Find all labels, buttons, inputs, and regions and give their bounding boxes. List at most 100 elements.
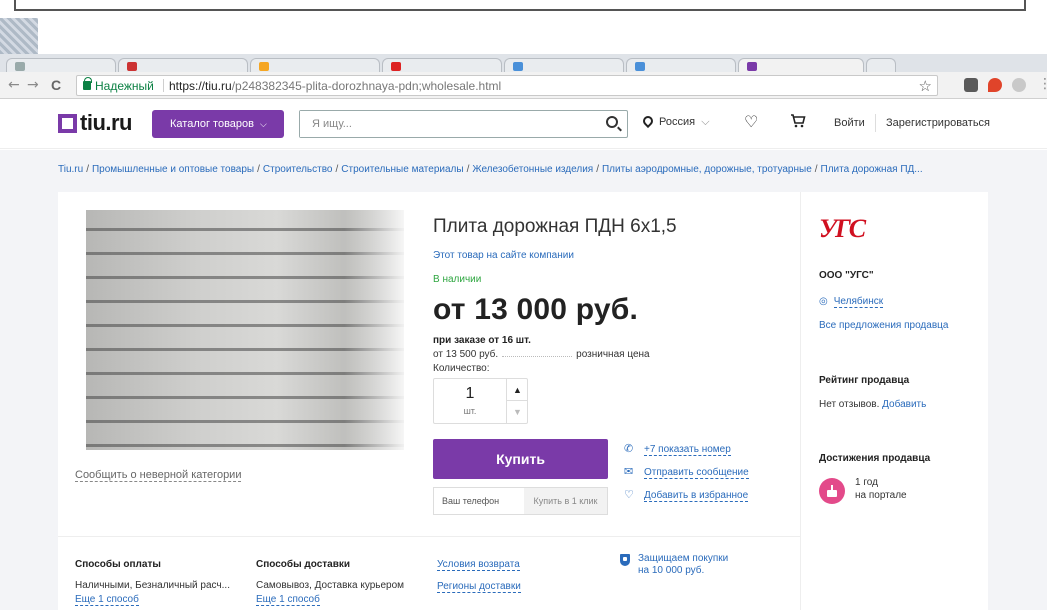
breadcrumb-item[interactable]: Tiu.ru xyxy=(58,164,83,175)
seller-city-link[interactable]: ◎ Челябинск xyxy=(819,296,884,308)
browser-tab[interactable] xyxy=(6,58,116,72)
buyer-protection[interactable]: Защищаем покупки на 10 000 руб. xyxy=(638,553,778,577)
delivery-regions-link[interactable]: Регионы доставки xyxy=(437,581,521,593)
catalog-button[interactable]: Каталог товаров ⌵ xyxy=(152,110,284,138)
product-title: Плита дорожная ПДН 6х1,5 xyxy=(433,216,677,237)
url-host: https://tiu.ru xyxy=(169,79,232,93)
secure-label: Надежный xyxy=(95,79,154,93)
logo-square-icon xyxy=(58,113,77,133)
new-tab-button[interactable] xyxy=(866,58,896,72)
reload-icon[interactable]: C xyxy=(51,78,61,92)
catalog-label: Каталог товаров xyxy=(170,118,254,130)
quantity-input[interactable]: 1 xyxy=(434,385,506,403)
send-message-label: Отправить сообщение xyxy=(644,467,749,479)
one-click-buy-button[interactable]: Купить в 1 клик xyxy=(524,488,607,514)
seller-panel: УГС ООО "УГС" ◎ Челябинск Все предложения… xyxy=(800,192,988,610)
shield-icon xyxy=(620,554,630,566)
chevron-down-icon: ⌵ xyxy=(701,116,710,128)
rating-text: Нет отзывов. xyxy=(819,399,880,410)
extension-icon[interactable] xyxy=(1012,78,1026,92)
header-divider xyxy=(875,114,876,132)
heart-icon: ♡ xyxy=(624,488,634,501)
retail-price-row: от 13 500 руб. розничная цена xyxy=(433,349,650,360)
cart-icon[interactable] xyxy=(790,113,806,133)
show-phone-link[interactable]: ✆ +7 показать номер xyxy=(624,442,731,456)
price-condition: при заказе от 16 шт. xyxy=(433,335,531,346)
retail-price: от 13 500 руб. xyxy=(433,349,499,360)
menu-icon[interactable]: ⋮ xyxy=(1038,77,1047,91)
region-label: Россия xyxy=(659,116,696,128)
site-logo[interactable]: tiu.ru xyxy=(58,110,133,135)
quantity-label: Количество: xyxy=(433,363,490,374)
search-icon[interactable] xyxy=(606,116,618,128)
protection-line-1: Защищаем покупки xyxy=(638,553,729,564)
browser-toolbar: ← → C Надежный https://tiu.ru/p248382345… xyxy=(0,72,1047,99)
background-frame xyxy=(14,0,1026,11)
region-selector[interactable]: Россия ⌵ xyxy=(640,113,710,129)
browser-tab-active[interactable] xyxy=(738,58,864,72)
favorites-heart-icon[interactable]: ♡ xyxy=(744,112,758,131)
phone-input[interactable] xyxy=(434,488,524,514)
search-input[interactable] xyxy=(300,111,590,137)
breadcrumb-item[interactable]: Плиты аэродромные, дорожные, тротуарные xyxy=(602,164,812,175)
product-image[interactable] xyxy=(86,210,404,450)
delivery-more-link[interactable]: Еще 1 способ xyxy=(256,594,320,606)
returns-link[interactable]: Условия возврата xyxy=(437,559,520,571)
browser-tab[interactable] xyxy=(250,58,380,72)
browser-tab[interactable] xyxy=(118,58,248,72)
background-thumbnail xyxy=(0,18,38,54)
browser-tab[interactable] xyxy=(382,58,502,72)
breadcrumb-item[interactable]: Строительство xyxy=(263,164,333,175)
extension-icon[interactable] xyxy=(964,78,978,92)
rating-value: Нет отзывов. Добавить xyxy=(819,399,926,410)
send-message-link[interactable]: ✉ Отправить сообщение xyxy=(624,465,749,479)
show-phone-label: +7 показать номер xyxy=(644,444,731,456)
browser-tab[interactable] xyxy=(504,58,624,72)
logo-text: tiu.ru xyxy=(80,110,133,135)
cake-icon xyxy=(819,478,845,504)
achievement-title: 1 год xyxy=(855,477,878,488)
payment-more-link[interactable]: Еще 1 способ xyxy=(75,594,139,606)
envelope-icon: ✉ xyxy=(624,465,634,478)
login-link[interactable]: Войти xyxy=(834,117,865,129)
company-site-link[interactable]: Этот товар на сайте компании xyxy=(433,250,574,261)
breadcrumb-item[interactable]: Плита дорожная ПД... xyxy=(821,164,923,175)
quantity-decrease-icon[interactable]: ▼ xyxy=(506,401,528,423)
forward-icon[interactable]: → xyxy=(27,78,39,92)
url-path: /p248382345-plita-dorozhnaya-pdn;wholesa… xyxy=(231,79,502,93)
url-text[interactable]: https://tiu.ru/p248382345-plita-dorozhna… xyxy=(169,79,501,93)
buy-button[interactable]: Купить xyxy=(433,439,608,479)
background-window xyxy=(0,0,1047,55)
extension-icon[interactable] xyxy=(988,78,1002,92)
add-review-link[interactable]: Добавить xyxy=(882,399,926,410)
address-bar[interactable]: Надежный https://tiu.ru/p248382345-plita… xyxy=(76,75,938,96)
register-link[interactable]: Зарегистрироваться xyxy=(886,117,990,129)
add-favorite-label: Добавить в избранное xyxy=(644,490,749,502)
delivery-methods: Самовывоз, Доставка курьером xyxy=(256,580,405,591)
one-click-form: Купить в 1 клик xyxy=(433,487,608,515)
seller-name: ООО "УГС" xyxy=(819,270,874,281)
breadcrumb-item[interactable]: Промышленные и оптовые товары xyxy=(92,164,254,175)
seller-logo[interactable]: УГС xyxy=(819,214,866,244)
browser-tab[interactable] xyxy=(626,58,736,72)
quantity-unit: шт. xyxy=(463,406,477,416)
breadcrumb-item[interactable]: Строительные материалы xyxy=(341,164,463,175)
seller-offers-link[interactable]: Все предложения продавца xyxy=(819,320,948,331)
chevron-down-icon: ⌵ xyxy=(260,119,267,129)
address-divider xyxy=(163,79,164,92)
location-pin-icon xyxy=(640,113,656,129)
payment-heading: Способы оплаты xyxy=(75,559,161,570)
payment-methods: Наличными, Безналичный расч... xyxy=(75,580,230,591)
breadcrumb: Tiu.ru / Промышленные и оптовые товары / Стр… xyxy=(58,164,923,175)
quantity-increase-icon[interactable]: ▲ xyxy=(506,379,528,401)
back-icon[interactable]: ← xyxy=(8,78,20,92)
protection-line-2: на 10 000 руб. xyxy=(638,565,705,576)
star-icon[interactable]: ☆ xyxy=(919,77,932,95)
achievements-heading: Достижения продавца xyxy=(819,453,931,464)
phone-icon: ✆ xyxy=(624,442,634,455)
site-header: tiu.ru Каталог товаров ⌵ Россия ⌵ ♡ Войти… xyxy=(0,99,1047,149)
breadcrumb-item[interactable]: Железобетонные изделия xyxy=(472,164,593,175)
add-favorite-link[interactable]: ♡ Добавить в избранное xyxy=(624,488,749,502)
report-category-link[interactable]: Сообщить о неверной категории xyxy=(75,469,242,482)
rating-heading: Рейтинг продавца xyxy=(819,375,910,386)
